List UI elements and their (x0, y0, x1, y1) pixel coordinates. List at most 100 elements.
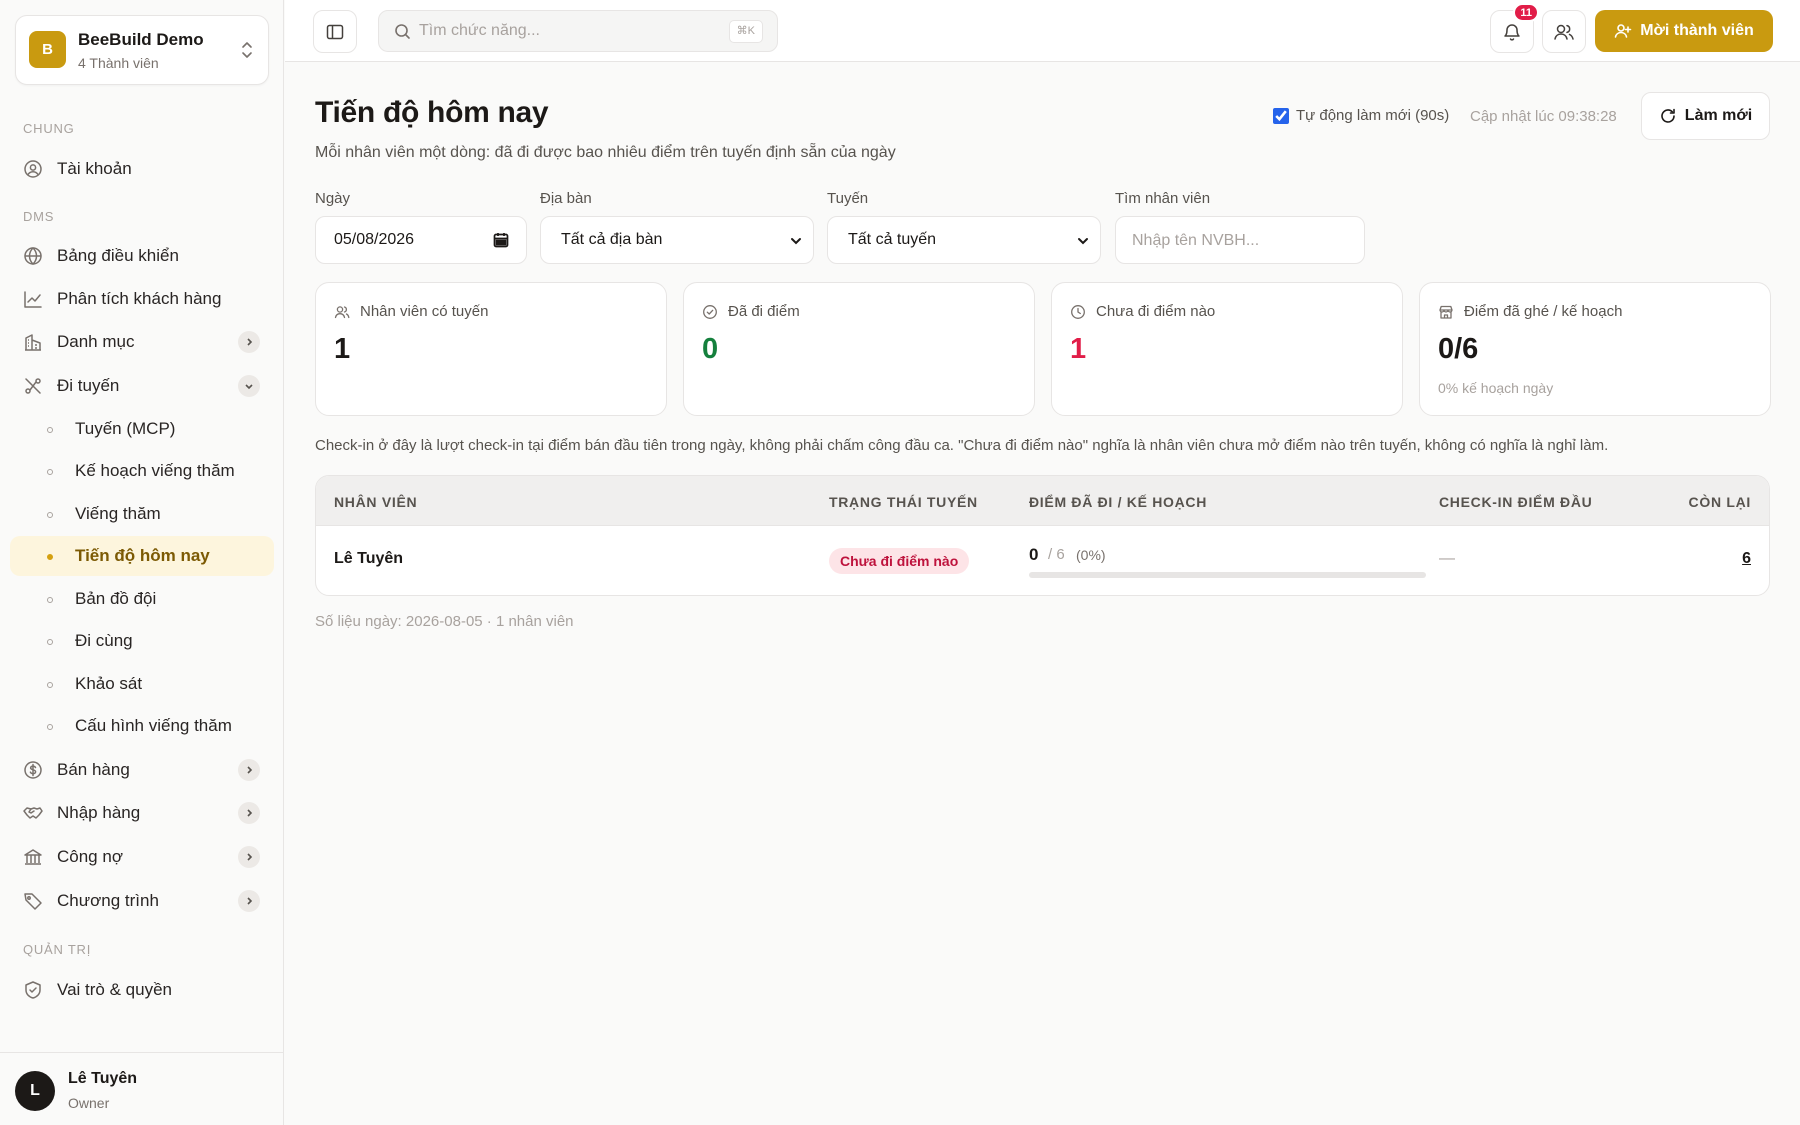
card-value: 0 (702, 333, 719, 365)
clock-icon (1071, 305, 1085, 319)
bullet-icon (47, 682, 53, 688)
notifications-button[interactable]: 11 (1490, 3, 1539, 53)
invite-member-button[interactable]: Mời thành viên (1595, 10, 1773, 52)
table-header: NHÂN VIÊN TRẠNG THÁI TUYẾN ĐIỂM ĐÃ ĐI / … (316, 476, 1769, 526)
sidebar-subitem-visit-config[interactable]: Cấu hình viếng thăm (10, 706, 274, 746)
route-select[interactable]: Tất cả tuyến (827, 216, 1101, 264)
staff-search[interactable] (1115, 216, 1365, 264)
date-value: 05/08/2026 (334, 231, 415, 248)
user-plus-icon (1614, 24, 1632, 38)
sidebar-item-purchasing[interactable]: Nhập hàng (10, 793, 274, 833)
sidebar-item-label: Nhập hàng (57, 803, 141, 822)
workspace-logo: B (29, 31, 66, 68)
sidebar-subitem-label: Tiến độ hôm nay (75, 546, 210, 565)
search-icon (395, 24, 410, 39)
search-box[interactable]: ⌘K (378, 10, 778, 52)
avatar: L (15, 1071, 55, 1111)
progress-table: NHÂN VIÊN TRẠNG THÁI TUYẾN ĐIỂM ĐÃ ĐI / … (315, 475, 1770, 596)
bullet-icon (47, 639, 53, 645)
column-header-remaining: CÒN LẠI (1688, 494, 1751, 510)
users-icon (1554, 24, 1574, 40)
route-value: Tất cả tuyến (848, 231, 937, 248)
handshake-icon (23, 807, 43, 819)
sidebar-item-roles[interactable]: Vai trò & quyền (10, 970, 274, 1010)
sidebar-subitem-team-map[interactable]: Bản đồ đội (10, 579, 274, 619)
card-value: 0/6 (1438, 333, 1479, 365)
sidebar-subitem-ride-along[interactable]: Đi cùng (10, 621, 274, 661)
auto-refresh-toggle[interactable]: Tự động làm mới (90s) (1273, 107, 1449, 124)
refresh-icon (1661, 108, 1675, 123)
card-note: 0% kế hoạch ngày (1438, 380, 1554, 396)
topbar: ⌘K 11 Mời thành viên (285, 0, 1800, 62)
chevron-right-icon[interactable] (238, 802, 260, 824)
date-picker[interactable]: 05/08/2026 (315, 216, 527, 264)
user-circle-icon (24, 160, 42, 178)
sidebar-subitem-today-progress[interactable]: Tiến độ hôm nay (10, 536, 274, 576)
sidebar-item-sales[interactable]: Bán hàng (10, 750, 274, 790)
chevrons-up-down-icon (242, 42, 252, 58)
sidebar-subitem-label: Cấu hình viếng thăm (75, 716, 232, 735)
sidebar-item-dashboard[interactable]: Bảng điều khiển (10, 236, 274, 276)
auto-refresh-checkbox[interactable] (1273, 107, 1289, 124)
user-role: Owner (68, 1095, 110, 1111)
sidebar-item-label: Chương trình (57, 891, 159, 910)
card-label: Điểm đã ghé / kế hoạch (1464, 303, 1623, 320)
sidebar-item-customer-analytics[interactable]: Phân tích khách hàng (10, 279, 274, 319)
toggle-sidebar-button[interactable] (313, 10, 357, 53)
route-icon (25, 378, 41, 394)
sidebar-item-routes[interactable]: Đi tuyến (10, 366, 274, 406)
sidebar-subitem-visit-plan[interactable]: Kế hoạch viếng thăm (10, 451, 274, 491)
sidebar-item-label: Danh mục (57, 332, 135, 351)
chevron-right-icon[interactable] (238, 331, 260, 353)
sidebar-subitem-survey[interactable]: Khảo sát (10, 664, 274, 704)
card-not-visited: Chưa đi điểm nào 1 (1051, 282, 1403, 416)
sidebar-item-account[interactable]: Tài khoản (10, 149, 274, 189)
bullet-icon (47, 597, 53, 603)
sidebar-item-label: Bán hàng (57, 760, 130, 779)
workspace-switcher[interactable]: B BeeBuild Demo 4 Thành viên (15, 15, 269, 85)
chevron-right-icon[interactable] (238, 890, 260, 912)
column-header-checkin: CHECK-IN ĐIỂM ĐẦU (1439, 494, 1593, 510)
store-icon (1439, 305, 1453, 319)
chevron-right-icon[interactable] (238, 759, 260, 781)
section-label-admin: QUẢN TRỊ (23, 942, 92, 957)
refresh-button[interactable]: Làm mới (1641, 92, 1770, 140)
sidebar-item-catalog[interactable]: Danh mục (10, 322, 274, 362)
status-badge: Chưa đi điểm nào (829, 548, 970, 574)
area-select[interactable]: Tất cả địa bàn (540, 216, 814, 264)
sidebar-subitem-label: Viếng thăm (75, 504, 161, 523)
sidebar-subitem-label: Đi cùng (75, 631, 133, 650)
info-note: Check-in ở đây là lượt check-in tại điểm… (315, 437, 1609, 454)
area-filter-label: Địa bàn (540, 190, 592, 207)
refresh-label: Làm mới (1684, 107, 1753, 124)
sidebar-item-programs[interactable]: Chương trình (10, 881, 274, 921)
search-input[interactable] (419, 19, 719, 43)
sidebar-subitem-visits[interactable]: Viếng thăm (10, 494, 274, 534)
calendar-icon[interactable] (492, 231, 510, 249)
section-label-dms: DMS (23, 209, 55, 224)
sidebar-item-debt[interactable]: Công nợ (10, 837, 274, 877)
users-icon (334, 306, 350, 319)
sidebar-subitem-label: Kế hoạch viếng thăm (75, 461, 235, 480)
area-value: Tất cả địa bàn (561, 231, 663, 248)
chevron-right-icon[interactable] (238, 846, 260, 868)
sidebar-subitem-mcp[interactable]: Tuyến (MCP) (10, 409, 274, 449)
user-profile[interactable]: L Lê Tuyên Owner (0, 1052, 284, 1125)
first-checkin: — (1439, 550, 1455, 567)
notification-badge: 11 (1513, 3, 1539, 22)
bullet-icon (47, 427, 53, 433)
card-value: 1 (334, 333, 351, 365)
bullet-icon (47, 724, 53, 730)
remaining-link[interactable]: 6 (1742, 550, 1751, 568)
date-filter-label: Ngày (315, 190, 351, 207)
chevron-down-icon (1078, 238, 1088, 245)
staff-search-input[interactable] (1132, 229, 1352, 253)
team-button[interactable] (1542, 10, 1586, 53)
chevron-down-icon[interactable] (238, 375, 260, 397)
data-footnote: Số liệu ngày: 2026-08-05 · 1 nhân viên (315, 613, 574, 630)
points-percent: (0%) (1076, 547, 1106, 563)
card-visited: Đã đi điểm 0 (683, 282, 1035, 416)
bank-icon (24, 849, 42, 865)
sidebar-item-label: Công nợ (57, 847, 123, 866)
globe-icon (24, 246, 42, 266)
